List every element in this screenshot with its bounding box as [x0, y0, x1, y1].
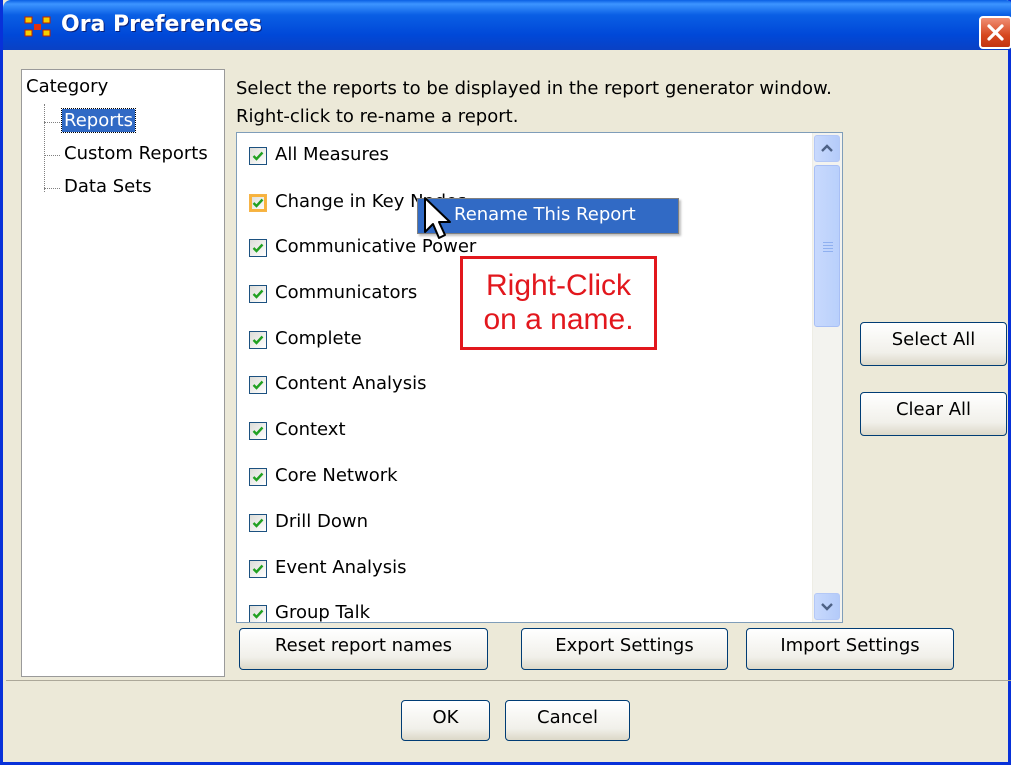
checkmark-icon [252, 151, 264, 161]
scroll-grip [823, 242, 833, 243]
checkmark-icon [252, 380, 264, 390]
checkmark-icon [252, 564, 264, 574]
ora-app-icon [24, 16, 51, 37]
checkmark-icon [252, 289, 264, 299]
checkmark-icon [252, 472, 264, 482]
report-list-scrollbar[interactable] [812, 133, 842, 622]
annotation-line-1: Right-Click [485, 269, 632, 302]
report-checkbox[interactable] [249, 468, 267, 486]
close-button[interactable] [979, 16, 1011, 49]
footer-divider [6, 680, 1011, 681]
report-checkbox[interactable] [249, 194, 267, 212]
checkmark-icon [252, 243, 264, 253]
preferences-dialog: Ora Preferences Category Reports Custom … [0, 0, 1011, 765]
report-checkbox[interactable] [249, 239, 267, 257]
chevron-down-icon [821, 603, 833, 611]
report-checkbox[interactable] [249, 560, 267, 578]
report-label: All Measures [275, 144, 389, 165]
category-tree[interactable]: Category Reports Custom Reports Data Set… [21, 69, 225, 677]
mouse-pointer-icon [424, 197, 451, 239]
cancel-button[interactable]: Cancel [505, 700, 630, 741]
window-title: Ora Preferences [61, 12, 262, 37]
report-label: Drill Down [275, 511, 368, 532]
ok-label: OK [432, 707, 459, 728]
chevron-up-icon [821, 144, 833, 152]
report-label: Event Analysis [275, 557, 407, 578]
checkmark-icon [252, 426, 264, 436]
checkmark-icon [252, 198, 264, 208]
tree-root-category: Category [26, 76, 109, 97]
scroll-grip [823, 248, 833, 249]
select-all-button[interactable]: Select All [860, 322, 1007, 366]
context-menu-rename-item[interactable]: Rename This Report [454, 204, 636, 225]
report-checkbox[interactable] [249, 514, 267, 532]
report-label: Context [275, 419, 346, 440]
import-settings-button[interactable]: Import Settings [746, 628, 954, 670]
export-settings-button[interactable]: Export Settings [521, 628, 728, 670]
report-label: Complete [275, 328, 362, 349]
import-label: Import Settings [780, 635, 920, 656]
annotation-callout: Right-Click on a name. [460, 256, 657, 350]
export-label: Export Settings [555, 635, 694, 656]
checkmark-icon [252, 609, 264, 619]
report-label: Core Network [275, 465, 398, 486]
reset-label: Reset report names [274, 635, 453, 656]
report-label: Content Analysis [275, 373, 427, 394]
tree-branch [44, 188, 60, 189]
close-icon [987, 24, 1004, 41]
reset-report-names-button[interactable]: Reset report names [239, 628, 488, 670]
report-checkbox[interactable] [249, 285, 267, 303]
report-label: Communicators [275, 282, 418, 303]
ok-button[interactable]: OK [401, 700, 490, 741]
checkmark-icon [252, 518, 264, 528]
select-all-label: Select All [891, 329, 976, 350]
scroll-grip [823, 251, 833, 252]
tree-item-label: Custom Reports [64, 143, 208, 164]
report-checkbox[interactable] [249, 331, 267, 349]
title-bar[interactable]: Ora Preferences [3, 0, 1011, 50]
scroll-up-button[interactable] [814, 135, 840, 162]
report-checkbox[interactable] [249, 605, 267, 622]
tree-connector [44, 104, 45, 192]
checkmark-icon [252, 335, 264, 345]
tree-branch [44, 155, 60, 156]
report-checkbox[interactable] [249, 422, 267, 440]
clear-all-label: Clear All [895, 399, 972, 420]
report-label: Group Talk [275, 602, 370, 623]
context-menu: Rename This Report [417, 198, 679, 234]
tree-item-label: Data Sets [64, 176, 152, 197]
tree-branch [44, 122, 60, 123]
annotation-line-2: on a name. [483, 303, 634, 336]
tree-item-label: Reports [60, 108, 137, 133]
report-checkbox[interactable] [249, 147, 267, 165]
scroll-thumb[interactable] [814, 165, 840, 327]
scroll-grip [823, 245, 833, 246]
clear-all-button[interactable]: Clear All [860, 392, 1007, 436]
cancel-label: Cancel [537, 707, 598, 728]
instruction-line-2: Right-click to re-name a report. [236, 106, 519, 127]
scroll-down-button[interactable] [814, 593, 840, 620]
instruction-line-1: Select the reports to be displayed in th… [236, 78, 832, 99]
report-checkbox[interactable] [249, 376, 267, 394]
